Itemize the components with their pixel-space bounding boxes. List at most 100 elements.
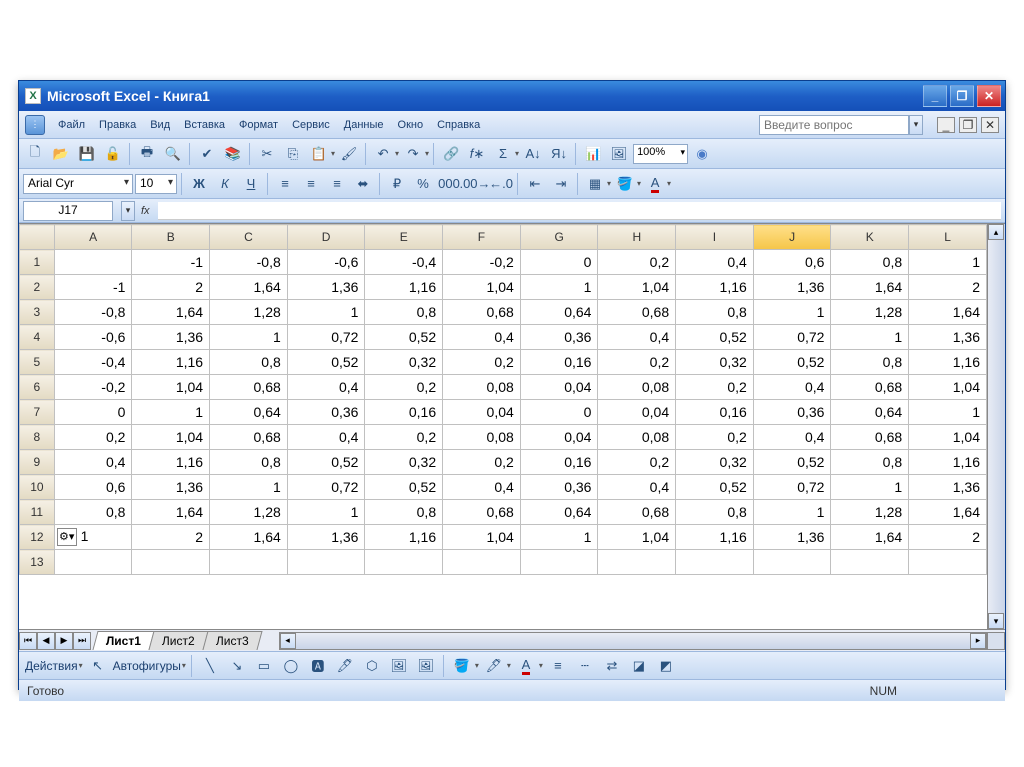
- align-left-icon[interactable]: ≡: [273, 173, 297, 195]
- row-header-1[interactable]: 1: [20, 250, 55, 275]
- cell-K3[interactable]: 1,28: [831, 300, 909, 325]
- cell-C5[interactable]: 0,8: [210, 350, 288, 375]
- cell-H4[interactable]: 0,4: [598, 325, 676, 350]
- cell-E11[interactable]: 0,8: [365, 500, 443, 525]
- scroll-right-icon[interactable]: ▸: [970, 633, 986, 649]
- row-header-3[interactable]: 3: [20, 300, 55, 325]
- save-icon[interactable]: 💾: [75, 143, 99, 165]
- cell-G2[interactable]: 1: [520, 275, 598, 300]
- cell-H13[interactable]: [598, 550, 676, 575]
- cell-G8[interactable]: 0,04: [520, 425, 598, 450]
- cell-C2[interactable]: 1,64: [210, 275, 288, 300]
- horizontal-scrollbar[interactable]: ◂ ▸: [279, 632, 987, 650]
- zoom-combo[interactable]: 100%: [633, 144, 688, 164]
- cell-K8[interactable]: 0,68: [831, 425, 909, 450]
- cell-H9[interactable]: 0,2: [598, 450, 676, 475]
- cell-H11[interactable]: 0,68: [598, 500, 676, 525]
- cell-J3[interactable]: 1: [753, 300, 831, 325]
- cell-B11[interactable]: 1,64: [132, 500, 210, 525]
- col-header-L[interactable]: L: [909, 225, 987, 250]
- col-header-J[interactable]: J: [753, 225, 831, 250]
- cell-F6[interactable]: 0,08: [443, 375, 521, 400]
- autoshapes-menu[interactable]: Автофигуры: [113, 659, 181, 673]
- minimize-button[interactable]: _: [923, 85, 947, 107]
- cell-H6[interactable]: 0,08: [598, 375, 676, 400]
- cell-G7[interactable]: 0: [520, 400, 598, 425]
- cell-D4[interactable]: 0,72: [287, 325, 365, 350]
- cell-F10[interactable]: 0,4: [443, 475, 521, 500]
- cell-A12[interactable]: ⚙▾ 1: [54, 525, 132, 550]
- cell-J6[interactable]: 0,4: [753, 375, 831, 400]
- tab-last-icon[interactable]: ⏭: [73, 632, 91, 650]
- row-header-9[interactable]: 9: [20, 450, 55, 475]
- decrease-indent-icon[interactable]: ⇤: [523, 173, 547, 195]
- increase-indent-icon[interactable]: ⇥: [549, 173, 573, 195]
- rectangle-icon[interactable]: ▭: [252, 655, 276, 677]
- cell-C3[interactable]: 1,28: [210, 300, 288, 325]
- comma-style-icon[interactable]: 000: [437, 173, 461, 195]
- font-size-combo[interactable]: 10: [135, 174, 177, 194]
- scroll-down-icon[interactable]: ▾: [988, 613, 1004, 629]
- dash-style-icon[interactable]: ┄: [573, 655, 597, 677]
- cell-L10[interactable]: 1,36: [909, 475, 987, 500]
- ask-a-question-box[interactable]: [759, 115, 909, 135]
- vertical-scrollbar[interactable]: ▴ ▾: [987, 223, 1005, 629]
- line-color-icon[interactable]: 🖊: [482, 655, 506, 677]
- font-name-combo[interactable]: Arial Cyr: [23, 174, 133, 194]
- cell-J11[interactable]: 1: [753, 500, 831, 525]
- function-fx-icon[interactable]: f∗: [465, 143, 489, 165]
- bold-icon[interactable]: Ж: [187, 173, 211, 195]
- cell-J2[interactable]: 1,36: [753, 275, 831, 300]
- undo-icon[interactable]: ↶: [371, 143, 395, 165]
- fill-color-draw-icon[interactable]: 🪣: [450, 655, 474, 677]
- mdi-restore-button[interactable]: ❐: [959, 117, 977, 133]
- cell-C10[interactable]: 1: [210, 475, 288, 500]
- cell-H1[interactable]: 0,2: [598, 250, 676, 275]
- cell-E2[interactable]: 1,16: [365, 275, 443, 300]
- tab-first-icon[interactable]: ⏮: [19, 632, 37, 650]
- cell-J1[interactable]: 0,6: [753, 250, 831, 275]
- menu-service[interactable]: Сервис: [285, 116, 337, 134]
- cell-B12[interactable]: 2: [132, 525, 210, 550]
- cell-B6[interactable]: 1,04: [132, 375, 210, 400]
- cell-L4[interactable]: 1,36: [909, 325, 987, 350]
- cell-E6[interactable]: 0,2: [365, 375, 443, 400]
- tab-next-icon[interactable]: ▶: [55, 632, 73, 650]
- cell-G1[interactable]: 0: [520, 250, 598, 275]
- cell-B4[interactable]: 1,36: [132, 325, 210, 350]
- cell-E12[interactable]: 1,16: [365, 525, 443, 550]
- arrow-icon[interactable]: ↘: [225, 655, 249, 677]
- cell-K5[interactable]: 0,8: [831, 350, 909, 375]
- cell-G5[interactable]: 0,16: [520, 350, 598, 375]
- cell-I4[interactable]: 0,52: [676, 325, 754, 350]
- cell-G11[interactable]: 0,64: [520, 500, 598, 525]
- cell-D3[interactable]: 1: [287, 300, 365, 325]
- cell-L2[interactable]: 2: [909, 275, 987, 300]
- spelling-icon[interactable]: ✔: [195, 143, 219, 165]
- copy-icon[interactable]: ⎘: [281, 143, 305, 165]
- cell-J9[interactable]: 0,52: [753, 450, 831, 475]
- cell-A10[interactable]: 0,6: [54, 475, 132, 500]
- scroll-up-icon[interactable]: ▴: [988, 224, 1004, 240]
- cell-E9[interactable]: 0,32: [365, 450, 443, 475]
- cell-D2[interactable]: 1,36: [287, 275, 365, 300]
- cell-I10[interactable]: 0,52: [676, 475, 754, 500]
- draw-actions-menu[interactable]: Действия: [25, 659, 78, 673]
- cell-C11[interactable]: 1,28: [210, 500, 288, 525]
- row-header-2[interactable]: 2: [20, 275, 55, 300]
- redo-icon[interactable]: ↷: [401, 143, 425, 165]
- wordart-icon[interactable]: 🖊: [333, 655, 357, 677]
- cell-G10[interactable]: 0,36: [520, 475, 598, 500]
- cell-I5[interactable]: 0,32: [676, 350, 754, 375]
- cell-C8[interactable]: 0,68: [210, 425, 288, 450]
- col-header-I[interactable]: I: [676, 225, 754, 250]
- cell-G9[interactable]: 0,16: [520, 450, 598, 475]
- cell-A6[interactable]: -0,2: [54, 375, 132, 400]
- select-objects-icon[interactable]: ↖: [86, 655, 110, 677]
- cell-L12[interactable]: 2: [909, 525, 987, 550]
- formula-input[interactable]: [158, 202, 1001, 220]
- cell-D6[interactable]: 0,4: [287, 375, 365, 400]
- col-header-B[interactable]: B: [132, 225, 210, 250]
- cell-C12[interactable]: 1,64: [210, 525, 288, 550]
- menu-window[interactable]: Окно: [391, 116, 431, 134]
